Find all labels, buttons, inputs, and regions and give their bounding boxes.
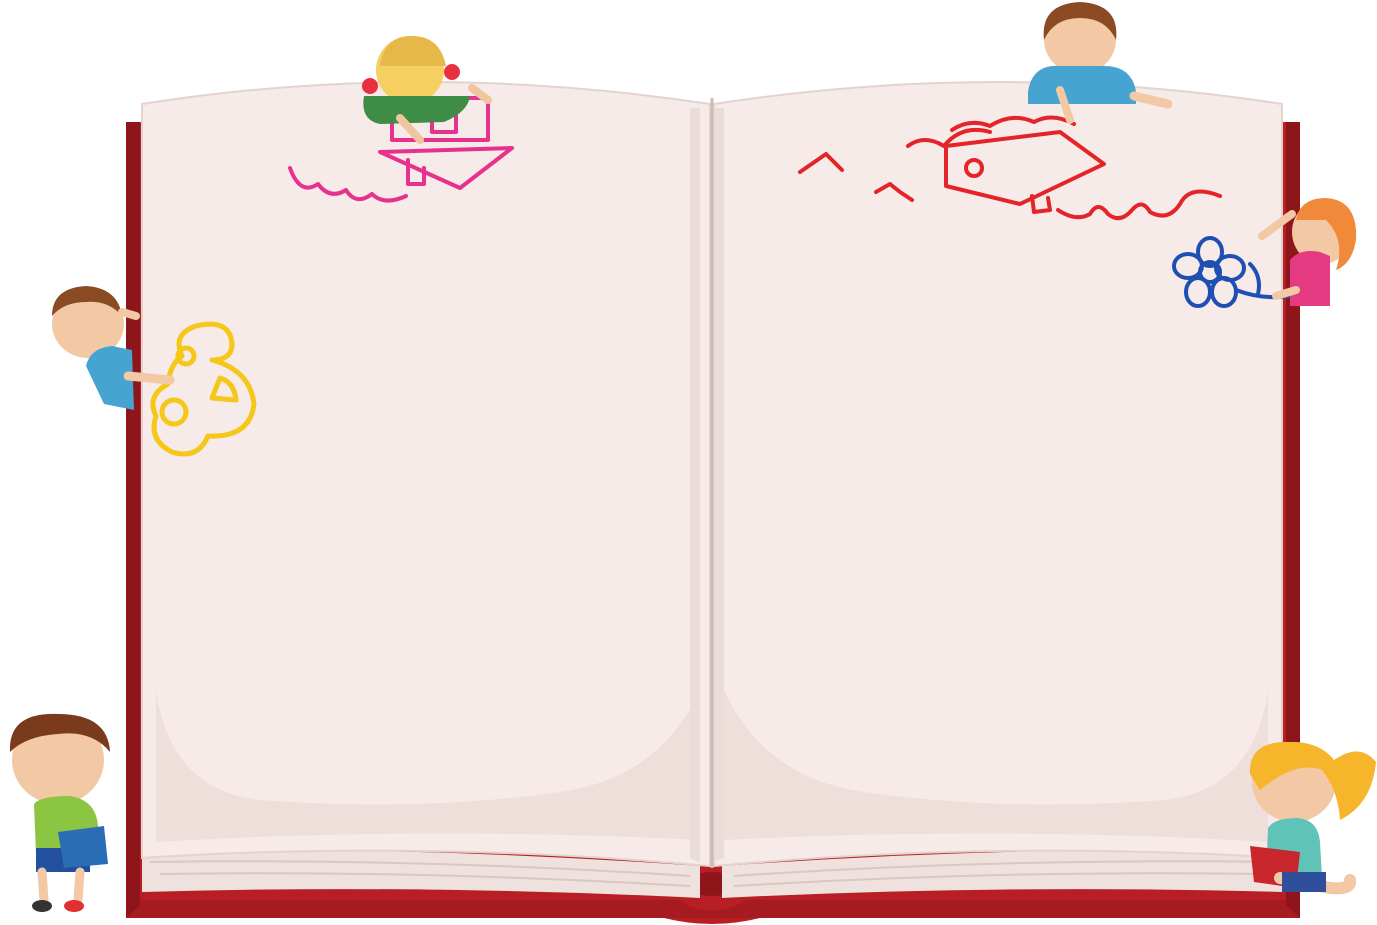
child-figure-icon [1028,2,1173,124]
left-page [141,81,711,868]
storybook-illustration [0,0,1377,925]
child-figure-icon [9,713,110,912]
open-book-icon [9,2,1376,924]
